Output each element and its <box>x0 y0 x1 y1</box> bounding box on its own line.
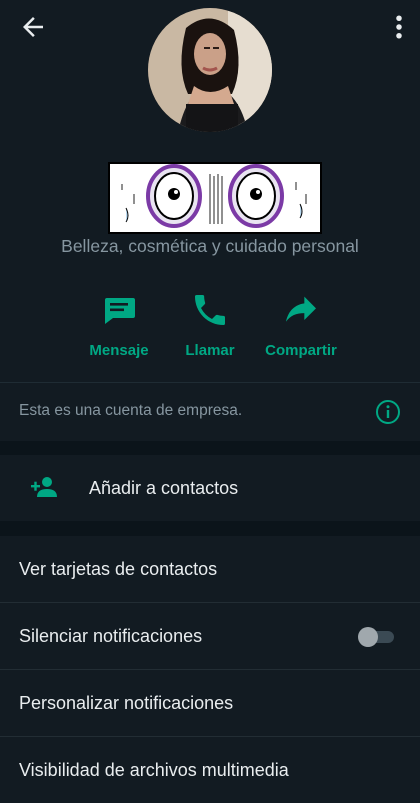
name-cover-sticker <box>108 162 322 234</box>
info-icon[interactable] <box>375 399 401 425</box>
add-person-icon <box>31 477 57 497</box>
view-contact-cards-label: Ver tarjetas de contactos <box>19 559 218 579</box>
phone-icon <box>195 295 225 325</box>
profile-photo-image <box>148 8 272 132</box>
profile-photo[interactable] <box>148 8 272 132</box>
section-divider <box>0 440 420 455</box>
mute-notifications-toggle[interactable] <box>358 627 394 647</box>
add-to-contacts-label: Añadir a contactos <box>89 478 239 498</box>
custom-notifications-item[interactable]: Personalizar notificaciones <box>0 670 420 737</box>
media-visibility-label: Visibilidad de archivos multimedia <box>19 760 289 780</box>
toggle-thumb <box>358 627 378 647</box>
message-icon <box>105 298 135 324</box>
business-notice-row: Esta es una cuenta de empresa. <box>0 382 420 441</box>
business-notice-text: Esta es una cuenta de empresa. <box>19 402 243 419</box>
share-icon <box>286 296 316 322</box>
more-options-icon[interactable] <box>392 12 406 42</box>
view-contact-cards-item[interactable]: Ver tarjetas de contactos <box>0 536 420 603</box>
custom-notifications-label: Personalizar notificaciones <box>19 693 234 713</box>
section-divider <box>0 521 420 536</box>
business-category: Belleza, cosmética y cuidado personal <box>61 236 359 256</box>
mute-notifications-label: Silenciar notificaciones <box>19 626 203 646</box>
add-to-contacts-button[interactable]: Añadir a contactos <box>0 455 420 521</box>
back-arrow-icon[interactable] <box>18 12 48 42</box>
share-button[interactable]: Compartir <box>246 290 356 370</box>
media-visibility-item[interactable]: Visibilidad de archivos multimedia <box>0 737 420 803</box>
share-label: Compartir <box>265 342 337 359</box>
action-bar: Mensaje Llamar Compartir <box>0 290 420 370</box>
settings-list: Ver tarjetas de contactos Silenciar noti… <box>0 536 420 803</box>
mute-notifications-item[interactable]: Silenciar notificaciones <box>0 603 420 670</box>
